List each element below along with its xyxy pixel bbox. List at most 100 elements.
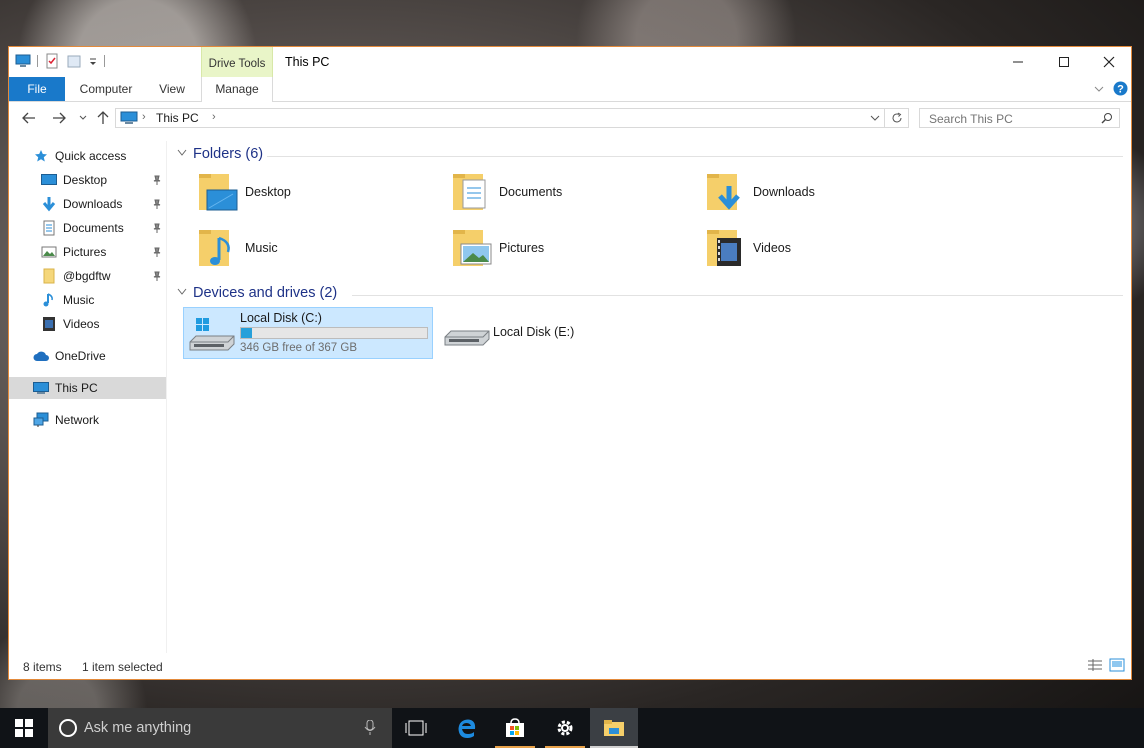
sidebar-item-quick-access[interactable]: Quick access — [9, 145, 166, 167]
file-explorer-icon — [604, 720, 624, 736]
search-box[interactable] — [919, 108, 1120, 128]
sidebar-item-this-pc[interactable]: This PC — [9, 377, 166, 399]
tab-view[interactable]: View — [149, 77, 195, 101]
drives-group-title: Devices and drives (2) — [193, 285, 338, 301]
details-view-button[interactable] — [1087, 659, 1103, 674]
documents-icon — [41, 220, 57, 236]
drive-label: Local Disk (E:) — [493, 325, 575, 339]
drives-group-header[interactable]: Devices and drives (2) — [177, 285, 337, 301]
pin-icon[interactable] — [152, 198, 162, 209]
sidebar-item-network[interactable]: Network — [9, 409, 166, 431]
drive-usage-bar — [240, 327, 428, 339]
properties-icon[interactable] — [44, 53, 60, 69]
item-count: 8 items — [23, 660, 62, 674]
breadcrumb-this-pc[interactable]: This PC — [156, 111, 199, 125]
microphone-icon[interactable] — [364, 719, 376, 739]
computer-icon — [120, 111, 138, 128]
folder-tile-documents[interactable]: Documents — [443, 167, 693, 217]
folders-group-header[interactable]: Folders (6) — [177, 146, 263, 162]
close-button[interactable] — [1086, 47, 1132, 77]
file-explorer-window: Drive Tools This PC File Computer View M… — [8, 46, 1132, 680]
expand-ribbon-icon[interactable] — [1093, 83, 1105, 98]
chevron-down-icon[interactable] — [177, 287, 189, 299]
chevron-down-icon — [79, 115, 87, 120]
downloads-folder-icon — [705, 170, 747, 214]
videos-icon — [41, 316, 57, 332]
cortana-search-box[interactable]: Ask me anything — [48, 708, 392, 748]
sidebar-item-onedrive[interactable]: OneDrive — [9, 345, 166, 367]
back-arrow-icon — [22, 112, 35, 124]
address-bar[interactable]: › This PC › — [115, 108, 885, 128]
breadcrumb-separator-icon[interactable]: › — [212, 111, 216, 123]
file-explorer-taskbar-button[interactable] — [590, 708, 638, 748]
address-dropdown-icon[interactable] — [870, 112, 880, 126]
computer-icon — [33, 380, 49, 396]
sidebar-item-documents[interactable]: Documents — [9, 217, 166, 239]
start-button[interactable] — [0, 708, 48, 748]
system-drive-icon — [188, 316, 236, 357]
music-icon — [41, 292, 57, 308]
forward-button[interactable] — [49, 108, 69, 128]
new-folder-icon[interactable] — [66, 53, 82, 69]
search-input[interactable] — [927, 110, 1101, 128]
folder-tile-downloads[interactable]: Downloads — [697, 167, 947, 217]
pin-icon[interactable] — [152, 174, 162, 185]
sidebar-item-videos[interactable]: Videos — [9, 313, 166, 335]
maximize-button[interactable] — [1041, 47, 1087, 77]
quick-access-toolbar — [15, 53, 105, 69]
back-button[interactable] — [19, 108, 39, 128]
refresh-button[interactable] — [885, 108, 909, 128]
sidebar-item-label: Downloads — [63, 197, 123, 211]
navigation-bar: › This PC › — [9, 102, 1131, 134]
folder-tile-videos[interactable]: Videos — [697, 223, 947, 273]
selection-count: 1 item selected — [82, 660, 163, 674]
pin-icon[interactable] — [152, 222, 162, 233]
group-divider — [352, 295, 1123, 296]
folder-tile-desktop[interactable]: Desktop — [189, 167, 439, 217]
sidebar-item-bgdftw[interactable]: @bgdftw — [9, 265, 166, 287]
tab-manage[interactable]: Manage — [201, 77, 273, 102]
chevron-down-icon[interactable] — [177, 148, 189, 160]
gear-icon — [557, 720, 573, 736]
task-view-button[interactable] — [392, 708, 440, 748]
settings-taskbar-button[interactable] — [541, 708, 589, 748]
tab-file[interactable]: File — [9, 77, 65, 101]
windows-logo-icon — [15, 719, 33, 737]
edge-taskbar-button[interactable] — [443, 708, 491, 748]
folder-tile-pictures[interactable]: Pictures — [443, 223, 693, 273]
edge-icon — [458, 719, 476, 738]
large-icons-view-button[interactable] — [1109, 658, 1125, 675]
sidebar-item-music[interactable]: Music — [9, 289, 166, 311]
drive-usage-fill — [241, 328, 252, 338]
tab-computer[interactable]: Computer — [71, 77, 141, 101]
forward-arrow-icon — [53, 112, 66, 124]
maximize-icon — [1059, 57, 1069, 67]
folder-icon — [41, 268, 57, 284]
sidebar-item-label: Documents — [63, 221, 124, 235]
up-arrow-icon — [97, 111, 109, 124]
customize-toolbar-icon[interactable] — [88, 53, 98, 69]
up-button[interactable] — [93, 108, 113, 128]
search-icon[interactable] — [1101, 112, 1113, 127]
sidebar-item-pictures[interactable]: Pictures — [9, 241, 166, 263]
sidebar-item-downloads[interactable]: Downloads — [9, 193, 166, 215]
recent-locations-button[interactable] — [73, 108, 93, 128]
help-icon[interactable]: ? — [1113, 81, 1128, 99]
pictures-folder-icon — [451, 226, 493, 270]
svg-text:?: ? — [1117, 84, 1124, 96]
drive-tile-e[interactable]: Local Disk (E:) — [437, 307, 687, 359]
pin-icon[interactable] — [152, 246, 162, 257]
status-bar: 8 items 1 item selected — [9, 653, 1131, 679]
minimize-button[interactable] — [995, 47, 1041, 77]
computer-icon[interactable] — [15, 53, 31, 69]
pin-icon[interactable] — [152, 270, 162, 281]
desktop-folder-icon — [197, 170, 239, 214]
drive-tile-c[interactable]: Local Disk (C:) 346 GB free of 367 GB — [183, 307, 433, 359]
network-icon — [33, 412, 49, 428]
toolbar-separator — [104, 55, 105, 67]
store-taskbar-button[interactable] — [491, 708, 539, 748]
breadcrumb-separator-icon[interactable]: › — [142, 111, 146, 123]
sidebar-item-desktop[interactable]: Desktop — [9, 169, 166, 191]
music-folder-icon — [197, 226, 239, 270]
folder-tile-music[interactable]: Music — [189, 223, 439, 273]
